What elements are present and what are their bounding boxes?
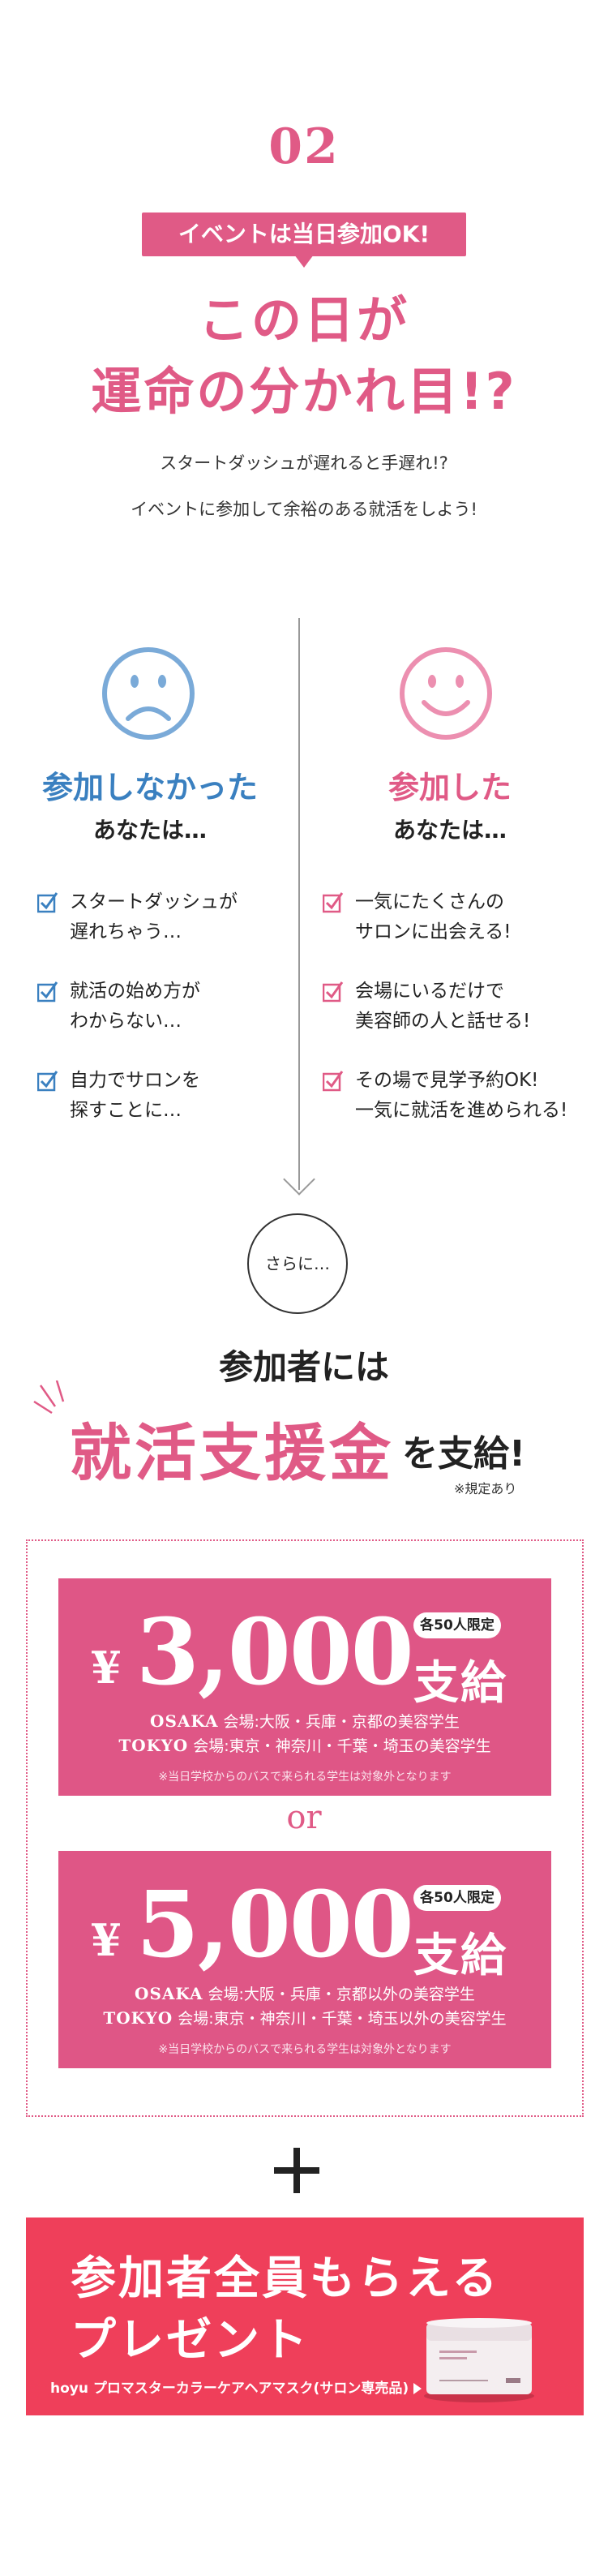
present-banner[interactable]: 参加者全員もらえる プレゼント hoyu プロマスターカラーケアヘアマスク(サロ… [26, 2218, 584, 2415]
shikyu-label: 支給 [413, 1930, 507, 1982]
panel-note: ※当日学校からのバスで来られる学生は対象外となります [158, 1771, 452, 1784]
left-check-item: 就活の始め方が わからない… [37, 977, 200, 1037]
yen-symbol: ¥ [91, 1914, 122, 1966]
osaka-line: OSAKA 会場:大阪・兵庫・京都の美容学生 [150, 1711, 460, 1731]
checkbox-check-icon [37, 892, 58, 913]
product-link[interactable]: hoyu プロマスターカラーケアヘアマスク(サロン専売品) [50, 2376, 422, 2397]
right-check-item: その場で見学予約OK! 一気に就活を進められる! [323, 1066, 567, 1126]
yen-symbol: ¥ [91, 1642, 122, 1694]
sad-face-icon [101, 646, 196, 741]
headline-line1: この日が [198, 290, 409, 350]
badge-tail [294, 255, 314, 268]
plus-icon [274, 2148, 319, 2193]
amount-panel: ¥ 3,000 各50人限定 支給 OSAKA 会場:大阪・兵庫・京都の美容学生 … [58, 1578, 551, 1796]
lead-line1: スタートダッシュが遅れると手遅れ!? [160, 453, 448, 473]
amount-value: 3,000 [136, 1599, 414, 1706]
section-number: 02 [268, 118, 340, 175]
checkbox-check-icon [323, 1071, 344, 1092]
participant-heading: 参加者には [218, 1347, 389, 1387]
support-money-text: 就活支援金 [70, 1417, 394, 1489]
tokyo-line: TOKYO 会場:東京・神奈川・千葉・埼玉以外の美容学生 [103, 2008, 507, 2028]
checkbox-check-icon [323, 892, 344, 913]
amount-panel: ¥ 5,000 各50人限定 支給 OSAKA 会場:大阪・兵庫・京都以外の美容学… [58, 1851, 551, 2068]
amount-value: 5,000 [136, 1872, 414, 1978]
checkbox-check-icon [37, 1071, 58, 1092]
right-column-title: 参加した [387, 770, 512, 805]
left-check-item: スタートダッシュが 遅れちゃう… [37, 887, 238, 947]
left-check-item: 自力でサロンを 探すことに… [37, 1066, 200, 1126]
rule-note: ※規定あり [454, 1481, 517, 1496]
headline-line2: 運命の分かれ目!? [91, 362, 517, 421]
arrow-down-icon [283, 1163, 315, 1196]
left-column-title: 参加しなかった [41, 770, 258, 805]
panel-note: ※当日学校からのバスで来られる学生は対象外となります [158, 2043, 452, 2056]
tokyo-line: TOKYO 会場:東京・神奈川・千葉・埼玉の美容学生 [118, 1736, 491, 1755]
checkbox-check-icon [323, 981, 344, 1002]
osaka-line: OSAKA 会場:大阪・兵庫・京都以外の美容学生 [135, 1984, 475, 2003]
left-column-subtitle: あなたは… [92, 817, 207, 844]
right-check-item: 一気にたくさんの サロンに出会える! [323, 887, 512, 947]
limit-badge: 各50人限定 [413, 1612, 501, 1638]
limit-badge: 各50人限定 [413, 1885, 501, 1911]
or-text: or [286, 1799, 322, 1836]
lead-line2: イベントに参加して余裕のある就活をしよう! [131, 500, 477, 519]
sarani-circle: さらに… [247, 1213, 348, 1314]
happy-face-icon [398, 646, 494, 741]
present-line1: 参加者全員もらえる [71, 2252, 500, 2305]
shikyu-label: 支給 [413, 1657, 507, 1710]
checkbox-check-icon [37, 981, 58, 1002]
present-line2: プレゼント [71, 2314, 310, 2367]
right-column-subtitle: あなたは… [392, 817, 507, 844]
center-divider [298, 618, 300, 1190]
support-money-line: 就活支援金 を支給! [0, 1380, 608, 1489]
hair-mask-jar-icon [418, 2315, 540, 2404]
badge: イベントは当日参加OK! [142, 213, 466, 256]
support-money-tail: を支給! [402, 1433, 526, 1475]
right-check-item: 会場にいるだけで 美容師の人と話せる! [323, 977, 530, 1037]
